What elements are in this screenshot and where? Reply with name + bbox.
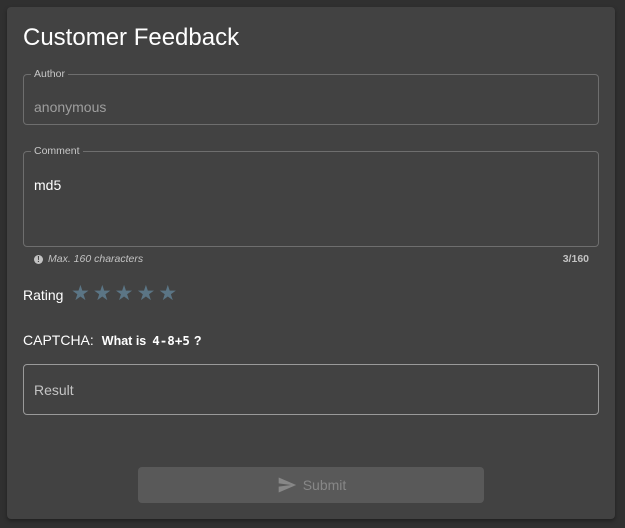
submit-button[interactable]: Submit [138,467,484,503]
star-icon[interactable]: ★ [158,283,177,305]
captcha-result-input[interactable] [23,364,599,415]
comment-field[interactable]: Comment md5 [23,146,599,247]
star-icon[interactable]: ★ [93,283,112,305]
page-title: Customer Feedback [23,24,240,51]
captcha-label: CAPTCHA: [23,332,94,348]
author-value: anonymous [34,99,107,115]
author-field[interactable]: Author anonymous [23,69,599,125]
star-icon[interactable]: ★ [136,283,155,305]
info-icon: ! [34,254,43,264]
rating-stars[interactable]: ★ ★ ★ ★ ★ [71,283,177,305]
comment-label: Comment [34,145,80,157]
character-counter: 3/160 [562,253,589,265]
rating-label: Rating [23,287,64,303]
author-label: Author [34,68,65,80]
captcha-question: What is [101,334,147,348]
comment-value: md5 [34,177,62,193]
captcha-question-mark: ? [193,334,202,348]
submit-label: Submit [302,477,347,493]
captcha: CAPTCHA: What is 4-8+5 ? [23,332,202,348]
feedback-card: Customer Feedback Author anonymous Comme… [7,7,615,519]
captcha-expression: 4-8+5 [152,333,190,348]
send-icon [278,477,296,493]
star-icon[interactable]: ★ [71,283,90,305]
star-icon[interactable]: ★ [115,283,134,305]
comment-hint: ! Max. 160 characters [34,253,143,265]
comment-hint-text: Max. 160 characters [48,253,144,265]
